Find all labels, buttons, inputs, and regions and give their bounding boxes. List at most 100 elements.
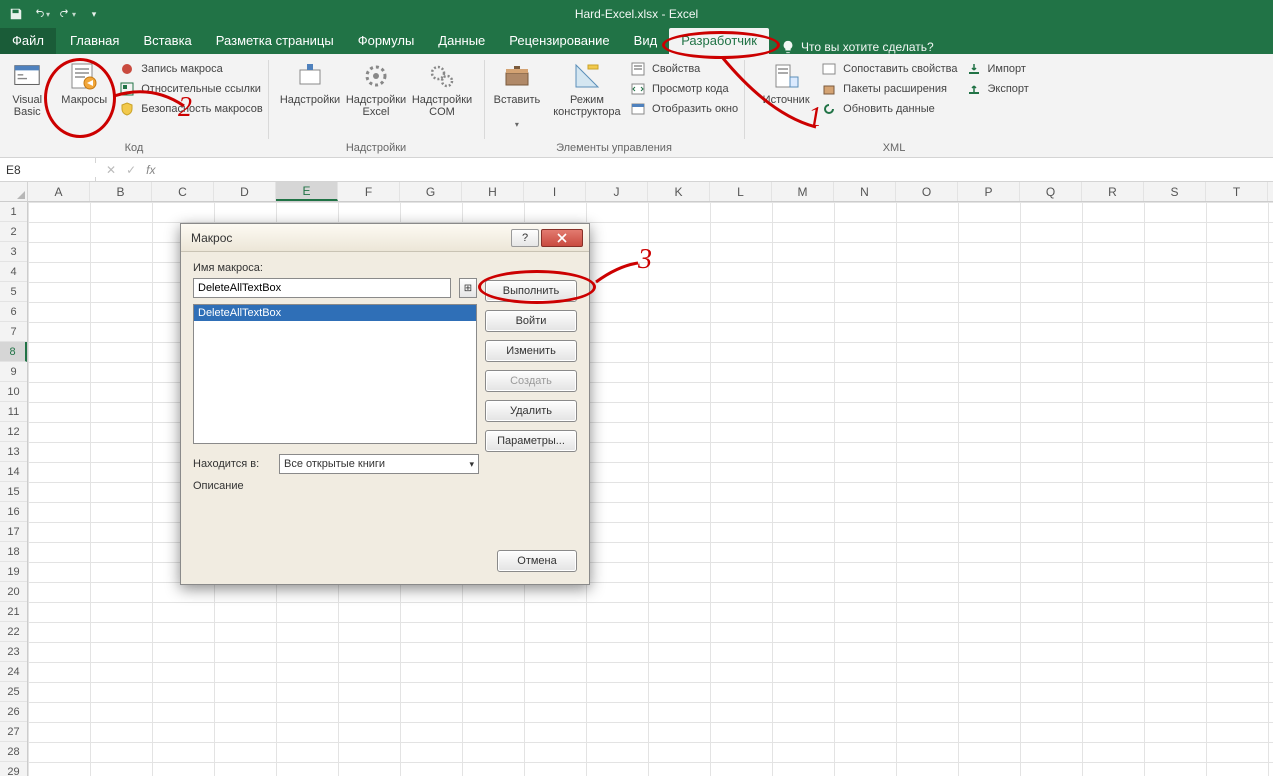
col-header[interactable]: R [1082,182,1144,201]
row-header[interactable]: 7 [0,322,27,342]
name-box[interactable]: ▾ [0,158,96,181]
col-header[interactable]: S [1144,182,1206,201]
row-header[interactable]: 28 [0,742,27,762]
tab-data[interactable]: Данные [426,28,497,54]
tab-page-layout[interactable]: Разметка страницы [204,28,346,54]
tab-insert[interactable]: Вставка [131,28,203,54]
relative-refs-button[interactable]: Относительные ссылки [117,80,265,98]
row-header[interactable]: 8 [0,342,27,362]
edit-button[interactable]: Изменить [485,340,577,362]
col-header[interactable]: F [338,182,400,201]
properties-button[interactable]: Свойства [628,60,740,78]
visual-basic-button[interactable]: Visual Basic [3,58,51,118]
row-header[interactable]: 12 [0,422,27,442]
row-header[interactable]: 5 [0,282,27,302]
tell-me-search[interactable]: Что вы хотите сделать? [781,40,934,54]
list-item[interactable]: DeleteAllTextBox [194,305,476,321]
addins-button[interactable]: Надстройки [279,58,341,118]
col-header[interactable]: Q [1020,182,1082,201]
row-header[interactable]: 3 [0,242,27,262]
row-header[interactable]: 24 [0,662,27,682]
row-header[interactable]: 16 [0,502,27,522]
import-button[interactable]: Импорт [964,60,1031,78]
row-header[interactable]: 9 [0,362,27,382]
col-header[interactable]: J [586,182,648,201]
redo-icon[interactable]: ▾ [60,6,76,22]
formula-input[interactable] [165,158,1273,181]
col-header[interactable]: B [90,182,152,201]
tab-review[interactable]: Рецензирование [497,28,621,54]
col-header[interactable]: N [834,182,896,201]
row-headers[interactable]: 1234567891011121314151617181920212223242… [0,202,28,776]
col-header[interactable]: C [152,182,214,201]
row-header[interactable]: 1 [0,202,27,222]
save-icon[interactable] [8,6,24,22]
cancel-icon[interactable]: ✕ [106,163,116,177]
insert-controls-button[interactable]: Вставить▾ [488,58,546,129]
undo-icon[interactable]: ▾ [34,6,50,22]
qat-customize-icon[interactable]: ▾ [86,6,102,22]
col-header[interactable]: O [896,182,958,201]
row-header[interactable]: 17 [0,522,27,542]
row-header[interactable]: 10 [0,382,27,402]
run-button[interactable]: Выполнить [485,280,577,302]
record-macro-button[interactable]: Запись макроса [117,60,265,78]
row-header[interactable]: 21 [0,602,27,622]
row-header[interactable]: 2 [0,222,27,242]
tab-home[interactable]: Главная [58,28,131,54]
row-header[interactable]: 22 [0,622,27,642]
row-header[interactable]: 26 [0,702,27,722]
col-header[interactable]: D [214,182,276,201]
xml-source-button[interactable]: Источник [757,58,815,118]
fx-icon[interactable]: fx [146,163,155,177]
col-header[interactable]: L [710,182,772,201]
help-button[interactable]: ? [511,229,539,247]
com-addins-button[interactable]: Надстройки COM [411,58,473,118]
col-header[interactable]: E [276,182,338,201]
macro-list[interactable]: DeleteAllTextBox [193,304,477,444]
create-button[interactable]: Создать [485,370,577,392]
cancel-button[interactable]: Отмена [497,550,577,572]
row-header[interactable]: 20 [0,582,27,602]
col-header[interactable]: K [648,182,710,201]
col-header[interactable]: H [462,182,524,201]
enter-icon[interactable]: ✓ [126,163,136,177]
step-into-button[interactable]: Войти [485,310,577,332]
tab-view[interactable]: Вид [622,28,670,54]
macro-security-button[interactable]: Безопасность макросов [117,100,265,118]
col-header[interactable]: P [958,182,1020,201]
row-header[interactable]: 13 [0,442,27,462]
macro-name-picker-icon[interactable]: ⊞ [459,278,477,298]
export-button[interactable]: Экспорт [964,80,1031,98]
row-header[interactable]: 14 [0,462,27,482]
col-header[interactable]: G [400,182,462,201]
column-headers[interactable]: ABCDEFGHIJKLMNOPQRST [28,182,1273,202]
row-header[interactable]: 18 [0,542,27,562]
location-dropdown[interactable]: Все открытые книги ▾ [279,454,479,474]
row-header[interactable]: 25 [0,682,27,702]
tab-developer[interactable]: Разработчик [669,28,769,54]
row-header[interactable]: 4 [0,262,27,282]
tab-formulas[interactable]: Формулы [346,28,427,54]
options-button[interactable]: Параметры... [485,430,577,452]
excel-addins-button[interactable]: Надстройки Excel [345,58,407,118]
select-all-corner[interactable] [0,182,28,202]
col-header[interactable]: I [524,182,586,201]
refresh-data-button[interactable]: Обновить данные [819,100,959,118]
col-header[interactable]: A [28,182,90,201]
row-header[interactable]: 15 [0,482,27,502]
col-header[interactable]: T [1206,182,1268,201]
row-header[interactable]: 19 [0,562,27,582]
view-code-button[interactable]: Просмотр кода [628,80,740,98]
row-header[interactable]: 6 [0,302,27,322]
expansion-packs-button[interactable]: Пакеты расширения [819,80,959,98]
map-properties-button[interactable]: Сопоставить свойства [819,60,959,78]
delete-button[interactable]: Удалить [485,400,577,422]
row-header[interactable]: 23 [0,642,27,662]
col-header[interactable]: M [772,182,834,201]
dialog-title-bar[interactable]: Макрос ? [181,224,589,252]
tab-file[interactable]: Файл [0,28,56,54]
show-dialog-button[interactable]: Отобразить окно [628,100,740,118]
macros-button[interactable]: Макросы [55,58,113,118]
row-header[interactable]: 27 [0,722,27,742]
